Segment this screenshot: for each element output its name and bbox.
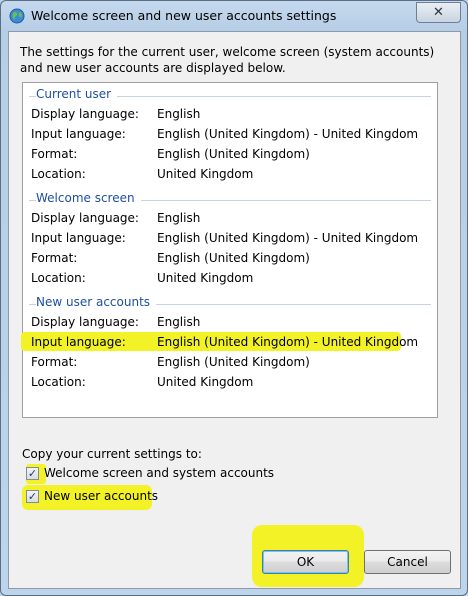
setting-value: English (United Kingdom) [157,251,310,265]
checkbox-label[interactable]: New user accounts [44,489,158,503]
setting-label: Location: [31,271,86,285]
setting-value: United Kingdom [157,167,254,181]
copy-settings-label: Copy your current settings to: [22,447,202,461]
setting-label: Location: [31,167,86,181]
setting-value: English (United Kingdom) - United Kingdo… [157,335,419,349]
setting-row-display-language: Display language: English [31,313,431,333]
setting-label: Display language: [31,211,139,225]
setting-label: Input language: [31,231,126,245]
setting-row-display-language: Display language: English [31,209,431,229]
setting-value: English (United Kingdom) - United Kingdo… [157,231,419,245]
checkmark-icon[interactable]: ✓ [26,490,39,503]
setting-label: Location: [31,375,86,389]
setting-value: United Kingdom [157,271,254,285]
setting-row-format: Format: English (United Kingdom) [31,145,431,165]
setting-label: Display language: [31,315,139,329]
setting-value: English [157,107,201,121]
setting-label: Display language: [31,107,139,121]
setting-value: English [157,211,201,225]
setting-value: English [157,315,201,329]
setting-row-location: Location: United Kingdom [31,165,431,185]
setting-label: Input language: [31,127,126,141]
section-heading: Current user [36,87,118,101]
ok-button[interactable]: OK [262,550,349,574]
setting-row-input-language: Input language: English (United Kingdom)… [31,229,431,249]
dialog-window: Welcome screen and new user accounts set… [0,0,468,596]
setting-row-format: Format: English (United Kingdom) [31,249,431,269]
checkbox-label[interactable]: Welcome screen and system accounts [44,466,274,480]
dialog-client-area: The settings for the current user, welco… [8,31,461,589]
cancel-button[interactable]: Cancel [364,550,451,574]
setting-value: United Kingdom [157,375,254,389]
setting-row-format: Format: English (United Kingdom) [31,353,431,373]
section-heading: New user accounts [36,295,157,309]
close-icon: ✕ [433,5,444,20]
setting-row-input-language: Input language: English (United Kingdom)… [21,332,431,353]
setting-value: English (United Kingdom) [157,147,310,161]
window-title: Welcome screen and new user accounts set… [31,8,337,23]
settings-panel: Current user Display language: English I… [21,82,438,418]
setting-label: Format: [31,251,78,265]
title-bar[interactable]: Welcome screen and new user accounts set… [1,1,467,31]
description-text: The settings for the current user, welco… [20,45,435,75]
setting-row-display-language: Display language: English [31,105,431,125]
setting-value: English (United Kingdom) [157,355,310,369]
checkmark-icon[interactable]: ✓ [26,467,39,480]
setting-label: Format: [31,355,78,369]
setting-row-location: Location: United Kingdom [31,269,431,289]
setting-label: Format: [31,147,78,161]
setting-value: English (United Kingdom) - United Kingdo… [157,127,419,141]
globe-icon [9,8,25,24]
close-button[interactable]: ✕ [416,2,461,23]
setting-row-location: Location: United Kingdom [31,373,431,393]
setting-label: Input language: [31,335,126,349]
setting-row-input-language: Input language: English (United Kingdom)… [31,125,431,145]
section-heading: Welcome screen [36,191,141,205]
